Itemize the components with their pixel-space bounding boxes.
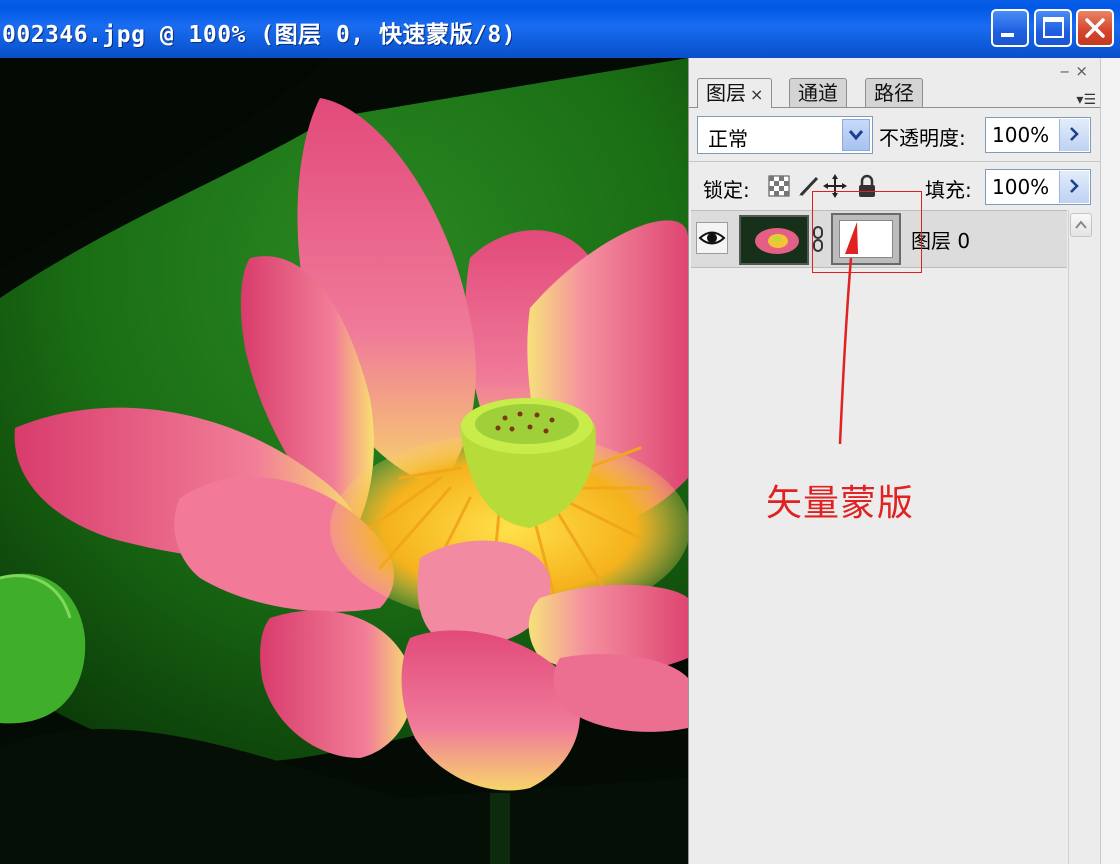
- tab-layers[interactable]: 图层 ×: [697, 78, 773, 108]
- annotation-arrow-icon: [838, 222, 858, 445]
- tab-close-icon[interactable]: ×: [750, 85, 763, 104]
- annotation-label: 矢量蒙版: [766, 483, 915, 524]
